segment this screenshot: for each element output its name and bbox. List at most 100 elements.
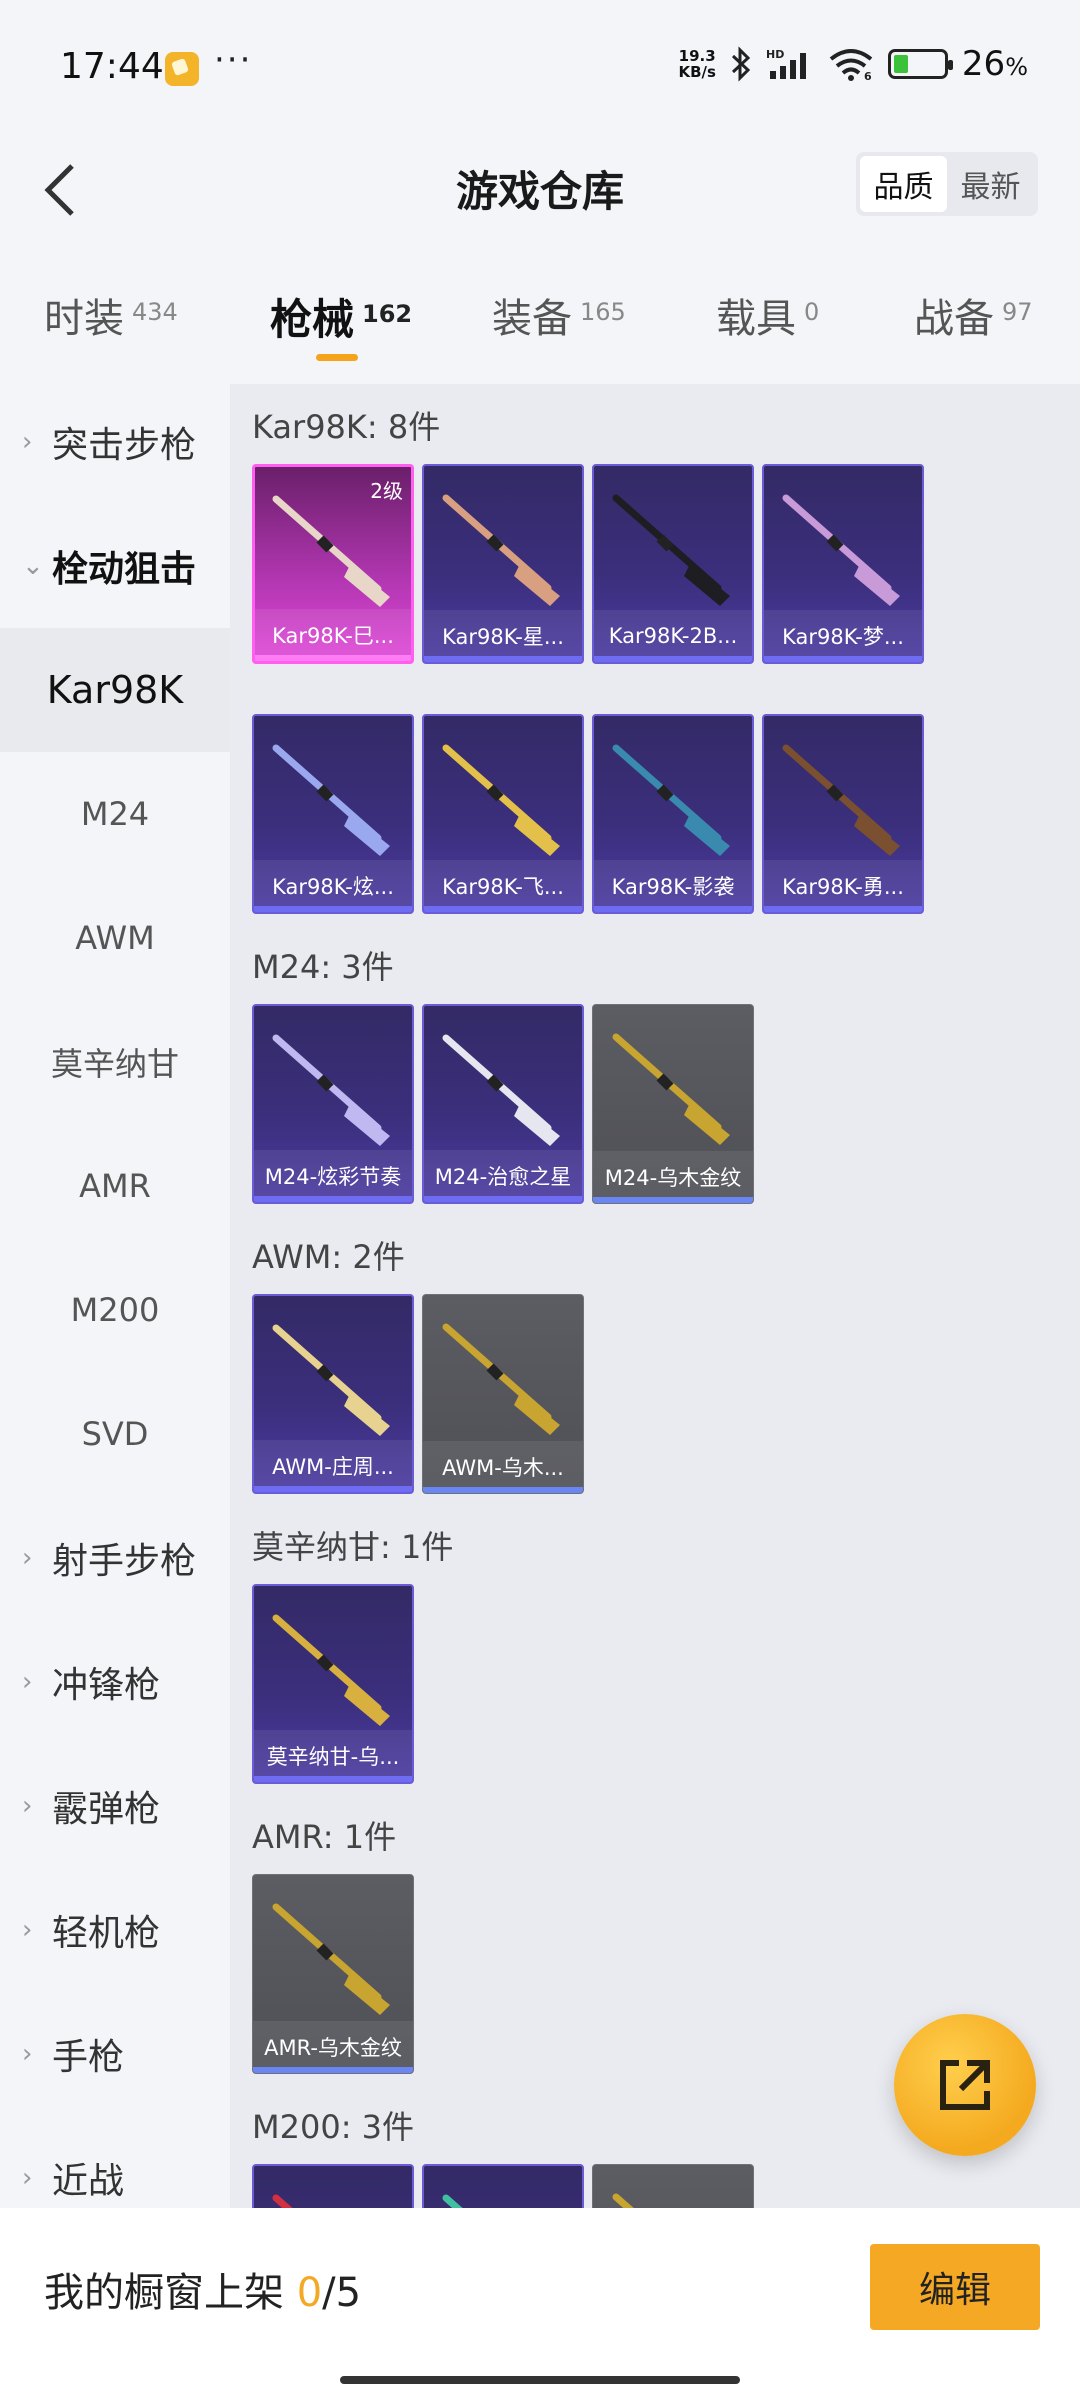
tab-count: 434 (132, 298, 178, 326)
weapon-skin-card[interactable]: Kar98K-飞... (422, 714, 584, 914)
more-notifications-icon: ··· (214, 40, 253, 80)
sidebar-subitem[interactable]: M200 (0, 1248, 230, 1372)
item-name: M24-乌木金纹 (593, 1151, 753, 1203)
chevron-right-icon: › (22, 1543, 33, 1573)
sidebar-group-item[interactable]: › 手枪 (0, 1992, 230, 2116)
weapon-skin-card[interactable]: Kar98K-影袭 (592, 714, 754, 914)
weapon-skin-card[interactable]: Kar98K-星... (422, 464, 584, 664)
rifle-icon (442, 744, 560, 856)
weapon-skin-card[interactable]: Kar98K-2B... (592, 464, 754, 664)
sidebar-subitem[interactable]: Kar98K (0, 628, 230, 752)
bluetooth-icon (730, 46, 752, 82)
rarity-bar (254, 1776, 412, 1782)
level-badge: 2级 (370, 479, 403, 503)
section-title: AWM: 2件 (252, 1238, 405, 1276)
rifle-icon (442, 494, 560, 606)
chevron-right-icon: › (22, 2039, 33, 2069)
sidebar-group-item[interactable]: › 霰弹枪 (0, 1744, 230, 1868)
rarity-bar (254, 1196, 412, 1202)
network-speed-value: 19.3 (678, 47, 716, 65)
battery-percent: 26% (962, 44, 1028, 84)
section-title: Kar98K: 8件 (252, 408, 441, 446)
tab-label: 时装 (44, 296, 124, 342)
weapon-skin-card[interactable] (252, 2164, 414, 2208)
sidebar-group-label: 手枪 (52, 2037, 125, 2078)
weapon-skin-card[interactable]: M24-炫彩节奏 (252, 1004, 414, 1204)
weapon-skin-card[interactable]: M24-治愈之星 (422, 1004, 584, 1204)
sidebar-group-item[interactable]: › 近战 (0, 2116, 230, 2208)
weapon-skin-card[interactable] (422, 2164, 584, 2208)
tab-firearms[interactable]: 枪械 162 (270, 286, 412, 347)
sidebar-subitem[interactable]: 莫辛纳甘 (0, 1000, 230, 1124)
sidebar-group-item[interactable]: › 冲锋枪 (0, 1620, 230, 1744)
sidebar-group-item[interactable]: › 射手步枪 (0, 1496, 230, 1620)
sidebar-subitem[interactable]: M24 (0, 752, 230, 876)
tab-count: 97 (1002, 298, 1033, 326)
weapon-skin-card[interactable] (592, 2164, 754, 2208)
rarity-bar (254, 906, 412, 912)
weapon-category-sidebar: › 突击步枪 ⌄ 栓动狙击 Kar98K M24 AWM 莫辛纳甘 AMR M200 SVD › 射手步… (0, 384, 230, 2208)
rarity-bar (424, 656, 582, 662)
item-name: M24-炫彩节奏 (254, 1150, 412, 1202)
sidebar-subitem-label: Kar98K (46, 668, 184, 712)
weapon-skin-card[interactable]: M24-乌木金纹 (592, 1004, 754, 1204)
weapon-skin-card[interactable]: Kar98K-梦... (762, 464, 924, 664)
tab-vehicles[interactable]: 载具 0 (716, 286, 819, 344)
weapon-skin-card[interactable]: AMR-乌木金纹 (252, 1874, 414, 2074)
rifle-icon (442, 2194, 463, 2208)
weapon-skin-card[interactable]: AWM-乌木... (422, 1294, 584, 1494)
sidebar-group-item[interactable]: ⌄ 栓动狙击 (0, 504, 230, 628)
rarity-bar (253, 2067, 413, 2073)
weapon-skin-card[interactable]: 2级 Kar98K-巳... (252, 464, 414, 664)
battery-percent-value: 26 (961, 44, 1006, 84)
rifle-icon (612, 1033, 730, 1145)
sort-option-quality[interactable]: 品质 (860, 156, 947, 212)
rifle-icon (272, 1324, 390, 1436)
showcase-label-text: 我的橱窗上架 (44, 2270, 297, 2316)
weapon-skin-card[interactable]: AWM-庄周... (252, 1294, 414, 1494)
share-button[interactable] (894, 2014, 1036, 2156)
chevron-right-icon: › (22, 427, 33, 457)
edit-button[interactable]: 编辑 (870, 2244, 1040, 2330)
home-indicator[interactable] (340, 2376, 740, 2384)
showcase-total-count: /5 (322, 2270, 362, 2316)
sidebar-subitem-label: SVD (81, 1415, 149, 1453)
notification-app-icon (165, 52, 199, 86)
wifi-label: 6 (864, 70, 872, 81)
weapon-skin-card[interactable]: Kar98K-炫... (252, 714, 414, 914)
sort-option-latest[interactable]: 最新 (947, 156, 1034, 212)
section-title: AMR: 1件 (252, 1818, 397, 1856)
status-indicators: 19.3 KB/s HD 6 26% (678, 44, 1028, 84)
weapon-skin-card[interactable]: Kar98K-勇... (762, 714, 924, 914)
sidebar-group-label: 冲锋枪 (52, 1665, 161, 1706)
item-name: Kar98K-巳... (255, 609, 411, 661)
sidebar-subitem-label: AMR (79, 1167, 151, 1205)
rarity-bar (764, 656, 922, 662)
weapon-skin-card[interactable]: 莫辛纳甘-乌... (252, 1584, 414, 1784)
item-name: Kar98K-炫... (254, 860, 412, 912)
rarity-bar (594, 656, 752, 662)
sidebar-subitem[interactable]: AMR (0, 1124, 230, 1248)
active-tab-indicator (316, 354, 358, 361)
item-name: Kar98K-飞... (424, 860, 582, 912)
sidebar-group-item[interactable]: › 突击步枪 (0, 384, 230, 504)
sidebar-group-item[interactable]: › 轻机枪 (0, 1868, 230, 1992)
rifle-icon (272, 744, 390, 856)
section-title: M200: 3件 (252, 2108, 415, 2146)
showcase-bar: 我的橱窗上架 0/5 编辑 (0, 2208, 1080, 2400)
chevron-down-icon: ⌄ (22, 551, 44, 581)
tab-fashion[interactable]: 时装 434 (44, 286, 178, 344)
tab-label: 载具 (716, 296, 796, 342)
tab-supplies[interactable]: 战备 97 (914, 286, 1033, 344)
rifle-icon (272, 1903, 390, 2015)
rarity-bar (764, 906, 922, 912)
sidebar-subitem-label: AWM (75, 919, 155, 957)
tab-count: 162 (362, 300, 413, 328)
sidebar-group-label: 栓动狙击 (52, 549, 197, 590)
sidebar-subitem[interactable]: SVD (0, 1372, 230, 1496)
tab-equipment[interactable]: 装备 165 (492, 286, 626, 344)
sidebar-subitem[interactable]: AWM (0, 876, 230, 1000)
rifle-icon (442, 1034, 560, 1146)
tab-label: 装备 (492, 296, 572, 342)
item-name: Kar98K-2B... (594, 610, 752, 662)
